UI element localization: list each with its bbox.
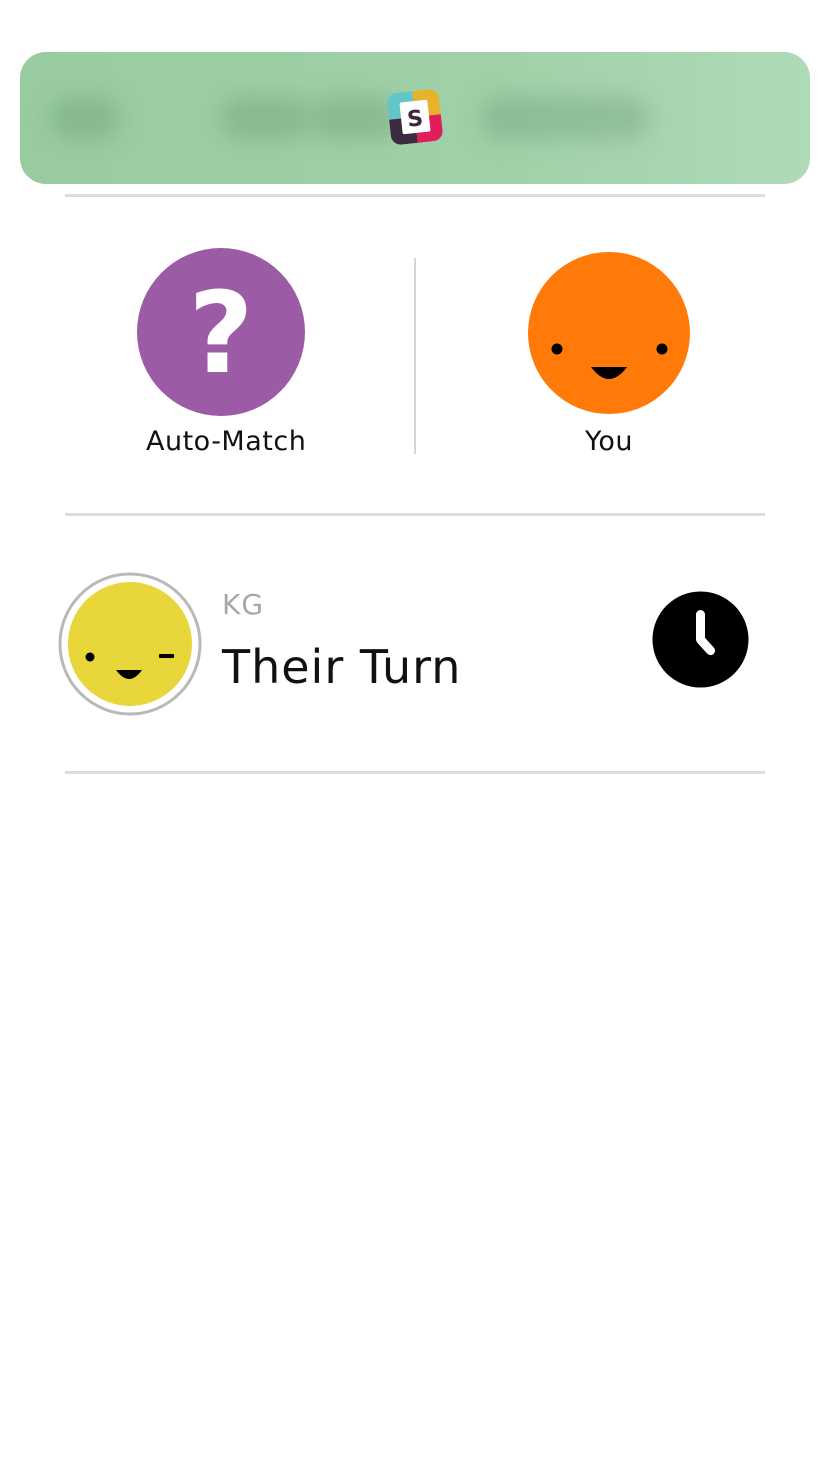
clock-icon (652, 591, 749, 688)
vertical-divider (414, 258, 416, 454)
auto-match-button[interactable]: ? (136, 248, 306, 418)
smiley-face-icon (528, 252, 690, 414)
divider (65, 194, 765, 197)
slack-icon: S (386, 88, 444, 146)
question-mark-icon: ? (137, 248, 305, 416)
app-icon-letter: S (406, 106, 424, 133)
blurred-text (50, 96, 120, 140)
opponent-name: KG (222, 588, 265, 621)
svg-text:?: ? (189, 269, 254, 399)
winking-face-icon (58, 572, 202, 716)
screen: S ? Auto-Match You KG Their Turn (0, 0, 828, 1472)
blurred-text (220, 96, 310, 140)
divider (65, 771, 765, 774)
you-avatar[interactable] (528, 252, 690, 414)
blurred-text (480, 96, 650, 140)
auto-match-label: Auto-Match (146, 426, 307, 457)
divider (65, 513, 765, 516)
opponent-avatar (58, 572, 202, 716)
game-status: Their Turn (222, 640, 462, 694)
you-label: You (585, 426, 634, 457)
